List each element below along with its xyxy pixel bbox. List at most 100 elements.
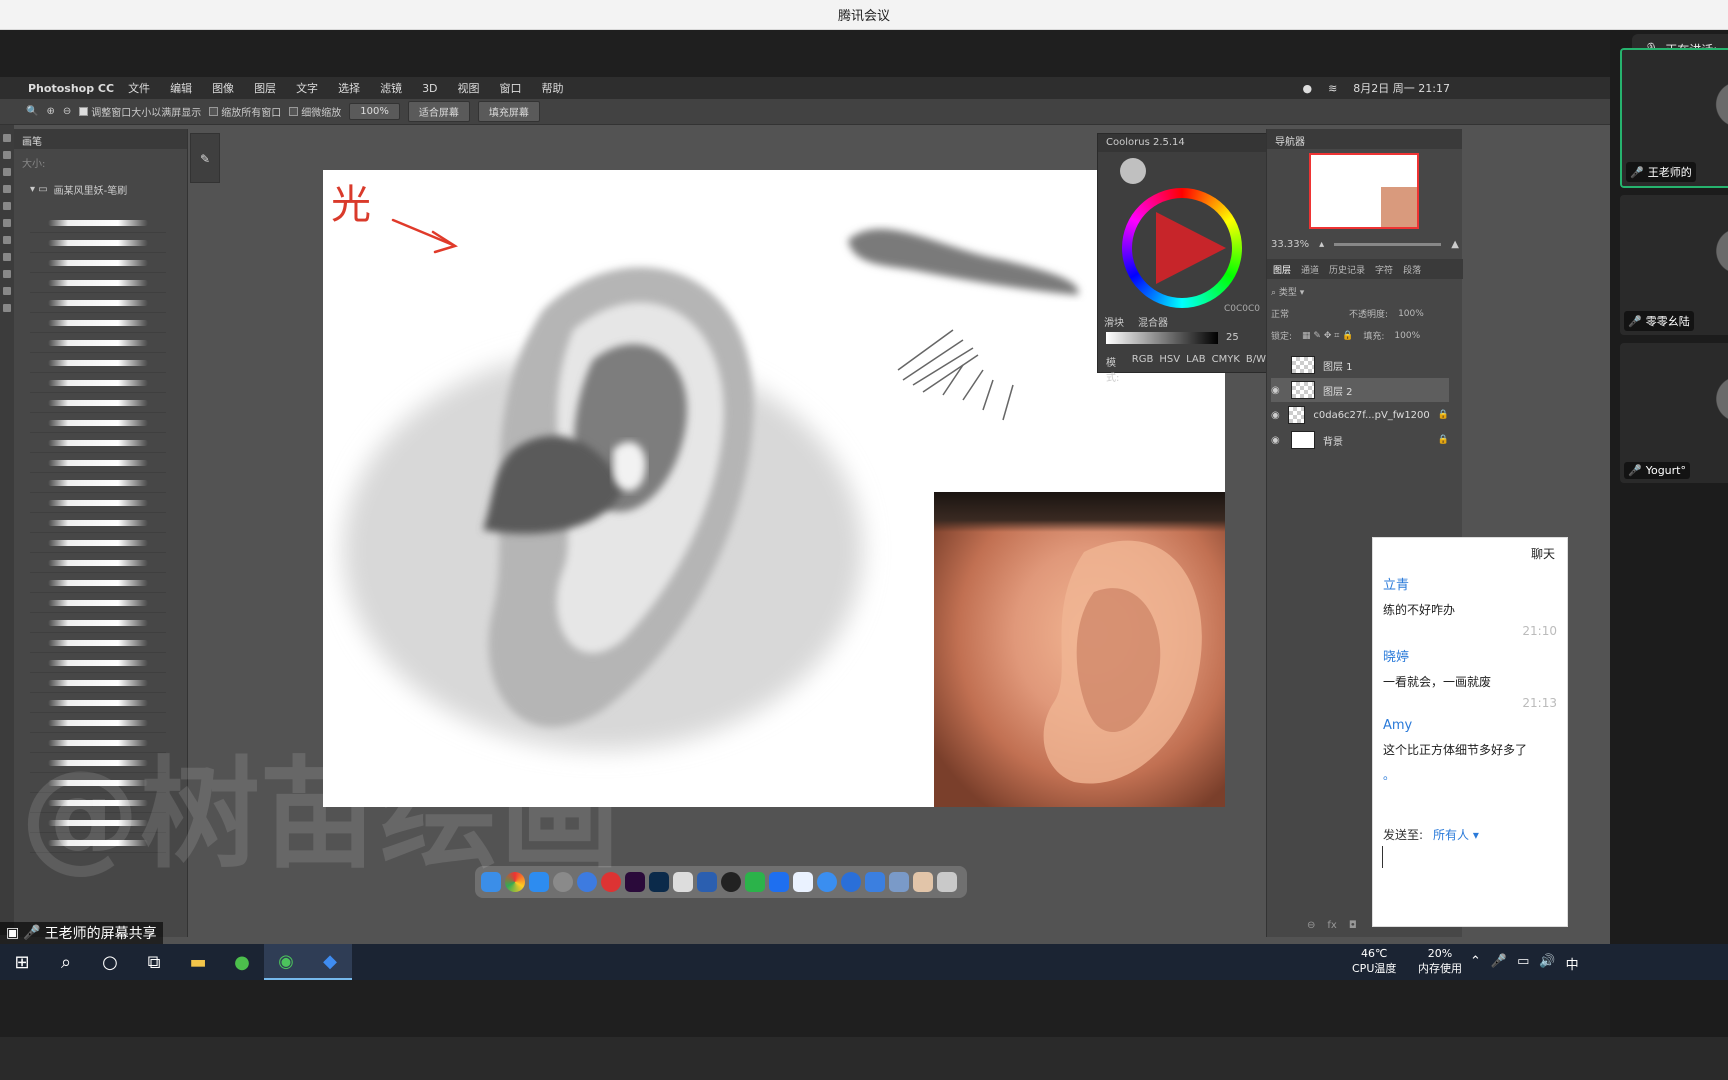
screenshot-icon[interactable] xyxy=(673,872,693,892)
zoom-out-small-icon[interactable]: ▴ xyxy=(1319,239,1324,250)
brush-preset[interactable] xyxy=(30,213,166,233)
fill-screen-button[interactable]: 填充屏幕 xyxy=(477,101,540,122)
brush-preset[interactable] xyxy=(30,533,166,553)
slider-value[interactable]: 25 xyxy=(1226,332,1239,343)
brush-preset[interactable] xyxy=(30,653,166,673)
fill-value[interactable]: 100% xyxy=(1394,331,1420,341)
brush-preset[interactable] xyxy=(30,233,166,253)
wifi-icon[interactable]: ≋ xyxy=(1328,82,1337,95)
value-slider[interactable] xyxy=(1106,332,1218,344)
lasso-tool-icon[interactable] xyxy=(3,168,11,176)
network-icon[interactable]: ▭ xyxy=(1517,954,1529,973)
mode-rgb[interactable]: RGB xyxy=(1132,354,1154,384)
send-to-select[interactable]: 所有人 ▾ xyxy=(1433,826,1479,843)
brush-preset[interactable] xyxy=(30,553,166,573)
eye-icon[interactable]: ◉ xyxy=(1271,435,1283,446)
mode-hsv[interactable]: HSV xyxy=(1159,354,1180,384)
brush-preset[interactable] xyxy=(30,493,166,513)
tencent-meeting-icon[interactable] xyxy=(769,872,789,892)
resize-window-checkbox[interactable]: 调整窗口大小以满屏显示 xyxy=(79,104,201,119)
zoom-out-icon[interactable]: ⊖ xyxy=(63,106,71,117)
feishu-icon[interactable] xyxy=(817,872,837,892)
crop-tool-icon[interactable] xyxy=(3,185,11,193)
eraser-tool-icon[interactable] xyxy=(3,236,11,244)
current-color-swatch[interactable] xyxy=(1120,158,1146,184)
brush-settings-icon[interactable]: ✎ xyxy=(191,152,219,166)
brush-panel-tab[interactable]: 画笔 xyxy=(14,129,187,149)
navigator-zoom-slider[interactable] xyxy=(1334,243,1442,246)
brush-preset[interactable] xyxy=(30,633,166,653)
hex-value[interactable]: C0C0C0 xyxy=(1224,304,1260,314)
layer-row[interactable]: ◉ c0da6c27f...pV_fw1200 🔒 xyxy=(1271,403,1449,427)
menu-filter[interactable]: 滤镜 xyxy=(380,80,402,96)
photoshop-icon[interactable] xyxy=(649,872,669,892)
tab-history[interactable]: 历史记录 xyxy=(1329,263,1365,276)
menu-view[interactable]: 视图 xyxy=(458,80,480,96)
filter-kind-select[interactable]: ⌕ 类型 ▾ xyxy=(1271,285,1304,298)
calendar-icon[interactable] xyxy=(865,872,885,892)
menu-3d[interactable]: 3D xyxy=(422,82,437,95)
menu-file[interactable]: 文件 xyxy=(128,80,150,96)
hand-tool-icon[interactable] xyxy=(3,287,11,295)
move-tool-icon[interactable] xyxy=(3,134,11,142)
tab-sliders[interactable]: 滑块 xyxy=(1104,314,1124,329)
mode-cmyk[interactable]: CMYK xyxy=(1212,354,1240,384)
clock[interactable]: 8月2日 周一 21:17 xyxy=(1353,80,1450,96)
brush-preset[interactable] xyxy=(30,393,166,413)
baidu-netdisk-icon[interactable] xyxy=(793,872,813,892)
brush-preset[interactable] xyxy=(30,693,166,713)
zoom-in-icon[interactable]: ⊕ xyxy=(46,106,54,117)
navigator-zoom-value[interactable]: 33.33% xyxy=(1271,239,1309,250)
wechat-icon[interactable] xyxy=(745,872,765,892)
word-icon[interactable] xyxy=(697,872,717,892)
mode-lab[interactable]: LAB xyxy=(1186,354,1206,384)
navigator-tab[interactable]: 导航器 xyxy=(1267,129,1462,149)
browser-icon[interactable]: ● xyxy=(220,944,264,980)
scrubby-zoom-checkbox[interactable]: 细微缩放 xyxy=(289,104,341,119)
marquee-tool-icon[interactable] xyxy=(3,151,11,159)
tab-channels[interactable]: 通道 xyxy=(1301,263,1319,276)
menu-select[interactable]: 选择 xyxy=(338,80,360,96)
brush-preset[interactable] xyxy=(30,593,166,613)
app-menu[interactable]: Photoshop CC xyxy=(28,82,114,95)
participant-tile[interactable]: 🎤 零零幺陆 xyxy=(1620,195,1728,335)
brush-preset[interactable] xyxy=(30,293,166,313)
brush-preset[interactable] xyxy=(30,613,166,633)
layer-row[interactable]: ◉ 背景 🔒 xyxy=(1271,428,1449,452)
tencent-meeting-icon[interactable]: ◆ xyxy=(308,944,352,980)
brush-preset[interactable] xyxy=(30,433,166,453)
zoom-100-button[interactable]: 100% xyxy=(349,103,400,120)
color-triangle[interactable] xyxy=(1156,212,1226,284)
brush-preset[interactable] xyxy=(30,273,166,293)
document-canvas[interactable]: 光 xyxy=(323,170,1225,807)
eye-icon[interactable]: ◉ xyxy=(1271,410,1280,421)
blend-mode-select[interactable]: 正常 xyxy=(1271,307,1289,320)
wechat-icon[interactable]: ◉ xyxy=(264,944,308,980)
mode-bw[interactable]: B/W xyxy=(1246,354,1266,384)
menu-window[interactable]: 窗口 xyxy=(500,80,522,96)
zoom-tool-icon[interactable]: 🔍 xyxy=(26,106,38,117)
zoom-all-windows-checkbox[interactable]: 缩放所有窗口 xyxy=(209,104,281,119)
preview-icon[interactable] xyxy=(913,872,933,892)
participant-tile[interactable]: 🎤 王老师的 xyxy=(1620,48,1728,188)
fx-icon[interactable]: fx xyxy=(1327,920,1336,931)
brush-preset[interactable] xyxy=(30,513,166,533)
tab-mixer[interactable]: 混合器 xyxy=(1138,314,1168,329)
qq-icon[interactable] xyxy=(721,872,741,892)
tab-paragraph[interactable]: 段落 xyxy=(1403,263,1421,276)
menu-type[interactable]: 文字 xyxy=(296,80,318,96)
zoom-tool-icon[interactable] xyxy=(3,304,11,312)
tab-layers[interactable]: 图层 xyxy=(1273,263,1291,276)
trash-icon[interactable] xyxy=(937,872,957,892)
brush-preset[interactable] xyxy=(30,333,166,353)
eyedropper-tool-icon[interactable] xyxy=(3,202,11,210)
browser-icon[interactable] xyxy=(841,872,861,892)
menu-layer[interactable]: 图层 xyxy=(254,80,276,96)
gradient-tool-icon[interactable] xyxy=(3,253,11,261)
menu-edit[interactable]: 编辑 xyxy=(170,80,192,96)
finder-window-icon[interactable] xyxy=(889,872,909,892)
menu-image[interactable]: 图像 xyxy=(212,80,234,96)
type-tool-icon[interactable] xyxy=(3,270,11,278)
mic-icon[interactable]: 🎤 xyxy=(1491,954,1507,973)
windows-start-icon[interactable]: ⊞ xyxy=(0,944,44,980)
